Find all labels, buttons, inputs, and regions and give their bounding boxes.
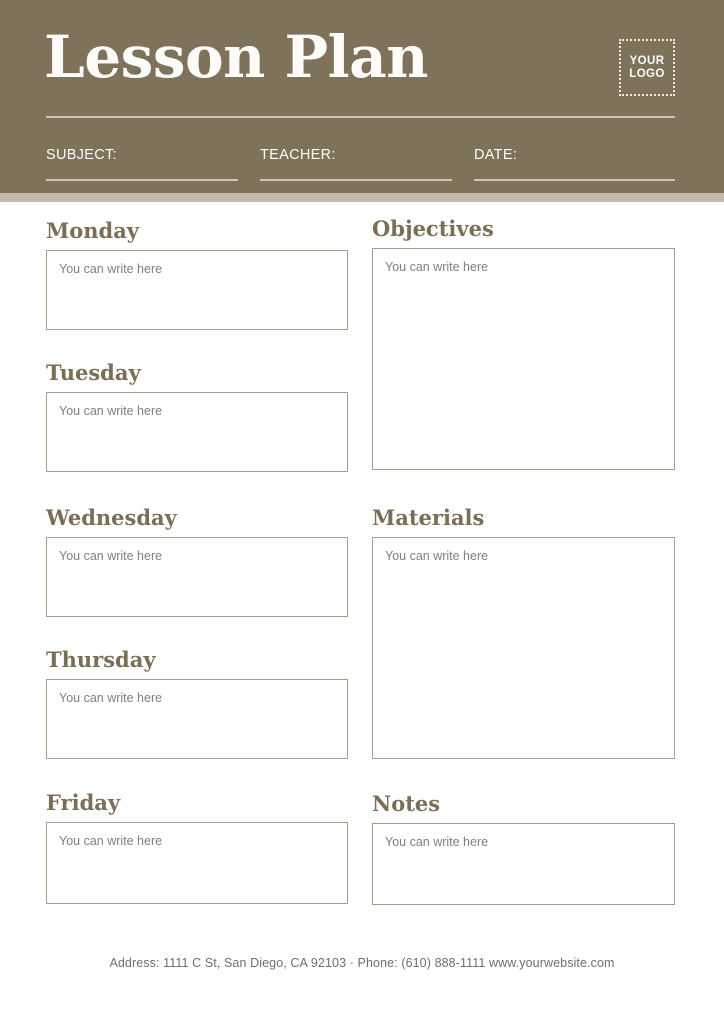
page-footer: Address: 1111 C St, San Diego, CA 92103 … xyxy=(0,954,724,972)
section-title-objectives: Objectives xyxy=(372,216,494,241)
logo-line-2: LOGO xyxy=(629,67,665,80)
section-notes: Notes You can write here xyxy=(372,791,675,905)
section-title-tuesday: Tuesday xyxy=(46,360,141,385)
section-title-monday: Monday xyxy=(46,218,140,243)
date-field[interactable]: DATE: xyxy=(474,147,675,181)
logo-line-1: YOUR xyxy=(629,54,665,67)
section-objectives: Objectives You can write here xyxy=(372,216,675,470)
input-box-thursday[interactable]: You can write here xyxy=(46,679,348,759)
section-monday: Monday You can write here xyxy=(46,218,348,330)
input-box-materials[interactable]: You can write here xyxy=(372,537,675,759)
section-friday: Friday You can write here xyxy=(46,790,348,904)
subject-field[interactable]: SUBJECT: xyxy=(46,147,238,181)
subject-field-rule xyxy=(46,179,238,181)
placeholder-notes: You can write here xyxy=(385,835,489,849)
date-label: DATE: xyxy=(474,147,518,163)
placeholder-wednesday: You can write here xyxy=(59,549,163,563)
header-divider xyxy=(46,116,675,118)
page-title: Lesson Plan xyxy=(44,23,428,91)
placeholder-objectives: You can write here xyxy=(385,260,489,274)
placeholder-tuesday: You can write here xyxy=(59,404,163,418)
placeholder-thursday: You can write here xyxy=(59,691,163,705)
section-title-notes: Notes xyxy=(372,791,441,816)
placeholder-monday: You can write here xyxy=(59,262,163,276)
teacher-field-rule xyxy=(260,179,452,181)
input-box-friday[interactable]: You can write here xyxy=(46,822,348,904)
section-title-wednesday: Wednesday xyxy=(46,505,177,530)
footer-contact-text: Address: 1111 C St, San Diego, CA 92103 … xyxy=(109,956,615,970)
content-area: Monday You can write here Tuesday You ca… xyxy=(0,202,724,1024)
subject-label: SUBJECT: xyxy=(46,147,117,163)
section-title-materials: Materials xyxy=(372,505,485,530)
placeholder-materials: You can write here xyxy=(385,549,489,563)
section-materials: Materials You can write here xyxy=(372,505,675,759)
section-wednesday: Wednesday You can write here xyxy=(46,505,348,617)
teacher-field[interactable]: TEACHER: xyxy=(260,147,452,181)
date-field-rule xyxy=(474,179,675,181)
section-title-thursday: Thursday xyxy=(46,647,156,672)
logo-placeholder[interactable]: YOUR LOGO xyxy=(619,39,675,96)
page-header: Lesson Plan YOUR LOGO SUBJECT: TEACHER: … xyxy=(0,0,724,193)
teacher-label: TEACHER: xyxy=(260,147,336,163)
input-box-notes[interactable]: You can write here xyxy=(372,823,675,905)
section-thursday: Thursday You can write here xyxy=(46,647,348,759)
section-tuesday: Tuesday You can write here xyxy=(46,360,348,472)
input-box-wednesday[interactable]: You can write here xyxy=(46,537,348,617)
input-box-tuesday[interactable]: You can write here xyxy=(46,392,348,472)
input-box-objectives[interactable]: You can write here xyxy=(372,248,675,470)
input-box-monday[interactable]: You can write here xyxy=(46,250,348,330)
lesson-plan-page: Lesson Plan YOUR LOGO SUBJECT: TEACHER: … xyxy=(0,0,724,1024)
section-title-friday: Friday xyxy=(46,790,121,815)
placeholder-friday: You can write here xyxy=(59,834,163,848)
header-accent-band xyxy=(0,193,724,202)
